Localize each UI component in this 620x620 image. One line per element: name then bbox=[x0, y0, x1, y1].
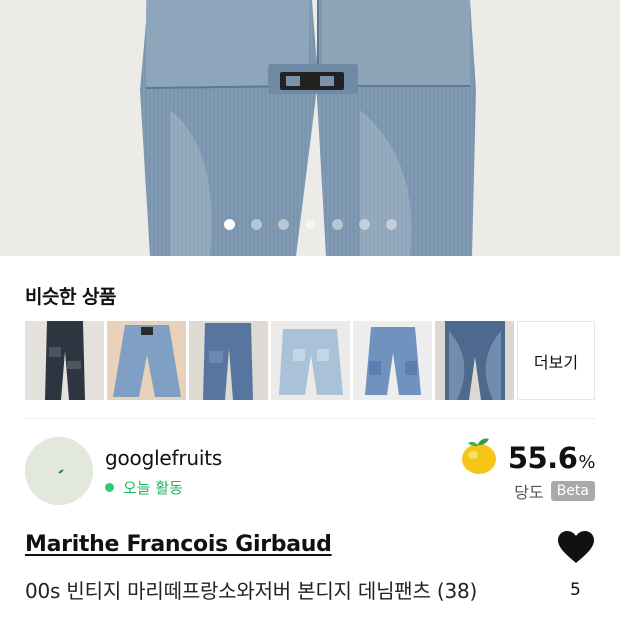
similar-item-thumbnail[interactable] bbox=[271, 321, 350, 400]
sweetness-score: 55.6% bbox=[458, 438, 595, 480]
fruit-icon bbox=[461, 438, 496, 474]
thumbnail-image bbox=[25, 321, 104, 400]
thumbnail-image bbox=[435, 321, 514, 400]
seller-name[interactable]: googlefruits bbox=[105, 446, 222, 470]
product-photo-jeans bbox=[0, 0, 620, 256]
beta-badge: Beta bbox=[550, 481, 595, 501]
carousel-dot[interactable] bbox=[223, 219, 235, 230]
similar-item-thumbnail[interactable] bbox=[107, 321, 186, 400]
carousel-indicator bbox=[0, 219, 620, 231]
carousel-dot[interactable] bbox=[277, 219, 289, 230]
carousel-dot[interactable] bbox=[358, 219, 370, 230]
seller-activity-status: 오늘 활동 bbox=[105, 477, 183, 498]
sweetness-label-row: 당도 Beta bbox=[514, 479, 595, 503]
section-divider bbox=[25, 418, 595, 419]
similar-items-list: 더보기 bbox=[25, 321, 595, 400]
similar-item-thumbnail[interactable] bbox=[435, 321, 514, 400]
carousel-dot[interactable] bbox=[331, 219, 343, 230]
avatar-image bbox=[25, 437, 93, 505]
similar-item-thumbnail[interactable] bbox=[189, 321, 268, 400]
thumbnail-image bbox=[271, 321, 350, 400]
thumbnail-image bbox=[189, 321, 268, 400]
carousel-dot[interactable] bbox=[304, 219, 316, 230]
status-dot-icon bbox=[105, 483, 114, 492]
heart-icon[interactable] bbox=[558, 531, 594, 564]
sweetness-unit: % bbox=[578, 452, 595, 473]
sweetness-number: 55.6 bbox=[507, 441, 578, 475]
seller-avatar[interactable] bbox=[25, 437, 93, 505]
product-title: 00s 빈티지 마리떼프랑소와저버 본디지 데님팬츠 (38) bbox=[25, 579, 478, 603]
thumbnail-image bbox=[353, 321, 432, 400]
similar-item-thumbnail[interactable] bbox=[25, 321, 104, 400]
similar-item-thumbnail[interactable] bbox=[353, 321, 432, 400]
sweetness-value: 55.6% bbox=[507, 441, 596, 480]
product-image-carousel[interactable] bbox=[0, 0, 620, 256]
activity-label: 오늘 활동 bbox=[123, 479, 183, 497]
more-similar-button[interactable]: 더보기 bbox=[517, 321, 595, 400]
brand-link[interactable]: Marithe Francois Girbaud bbox=[25, 532, 332, 557]
thumbnail-image bbox=[107, 321, 186, 400]
like-count: 5 bbox=[570, 580, 581, 600]
sweetness-label: 당도 bbox=[514, 483, 544, 502]
carousel-dot[interactable] bbox=[250, 219, 262, 230]
similar-items-title: 비슷한 상품 bbox=[25, 286, 117, 308]
carousel-dot[interactable] bbox=[385, 219, 397, 230]
